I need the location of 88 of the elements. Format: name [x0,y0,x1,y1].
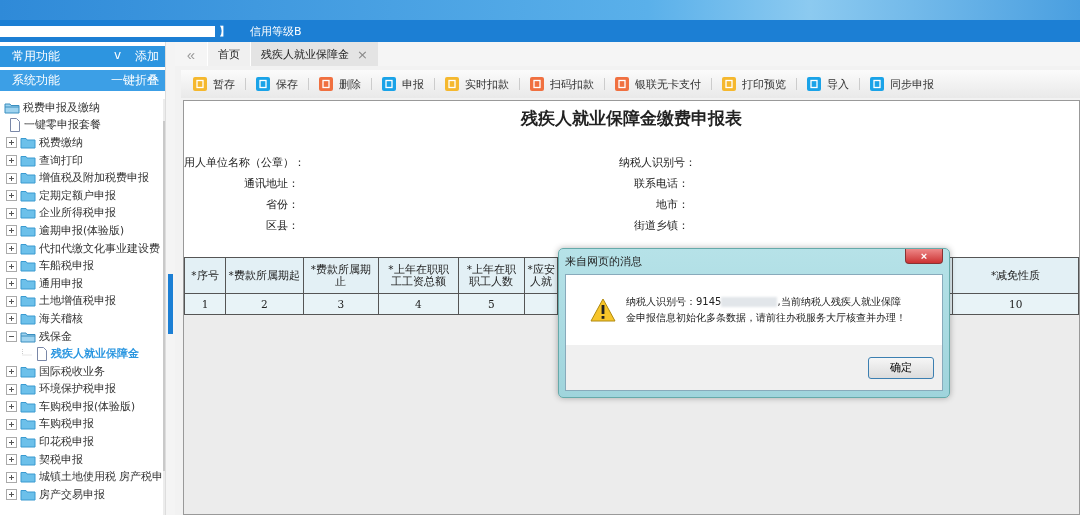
folder-icon [20,453,36,466]
column-header: *上年在职职工工资总额 [378,257,459,294]
toolbar-button[interactable]: 保存 [252,76,302,92]
tree-item[interactable]: 一键零申报套餐 [24,118,101,133]
folder-icon [20,154,36,167]
folder-icon [20,277,36,290]
field-label: 通讯地址： [243,177,299,191]
folder-icon [20,260,36,273]
column-header: *费款所属期起 [225,257,303,294]
tree-item[interactable]: 房产交易申报 [39,487,105,502]
field-label: 街道乡镇： [633,219,689,233]
column-header: *费款所属期止 [303,257,379,294]
message-text: 纳税人识别号：9145 [626,296,722,307]
tree-item[interactable]: 通用申报 [39,276,83,291]
tree-item[interactable]: 海关稽核 [39,311,83,326]
tree-item[interactable]: 城镇土地使用税 房产税申 [39,470,164,485]
folder-icon [20,418,36,431]
toolbar-button[interactable]: 删除 [315,76,365,92]
tab-label[interactable]: 首页 [218,46,240,62]
dialog-title: 来自网页的消息 [565,255,642,269]
folder-icon [20,137,36,149]
folder-icon [20,400,36,413]
form-title: 残疾人就业保障金缴费申报表 [519,107,743,130]
tree-item[interactable]: 残保金 [39,329,72,344]
toolbar-button[interactable]: 同步申报 [866,76,938,92]
section-title: 系统功能 [12,72,60,89]
folder-icon [20,224,36,237]
document-icon [9,118,21,133]
toolbar-button[interactable]: 银联无卡支付 [611,76,705,92]
tree-item[interactable]: 税费申报及缴纳 [23,100,100,115]
credit-rating: 信用等级B [250,23,302,39]
toolbar-button[interactable]: 扫码扣款 [526,76,598,92]
folder-icon [20,207,36,220]
ok-button[interactable]: 确定 [868,356,934,379]
tab[interactable]: 残疾人就业保障金 × [250,42,378,66]
toolbar-button[interactable]: 导入 [803,76,853,92]
tree-item[interactable]: 税费缴纳 [39,136,83,150]
tree-item[interactable]: 查询打印 [39,153,83,168]
folder-icon [20,312,36,325]
folder-icon [20,488,36,501]
tree-item[interactable]: 契税申报 [39,452,83,467]
folder-icon [20,242,36,255]
folder-icon [20,365,36,378]
field-label: 地市： [655,198,689,212]
field-label: 纳税人识别号： [619,156,689,170]
field-label: 区县： [265,219,299,233]
tree-item[interactable]: 环境保护税申报 [39,382,116,397]
toolbar-button[interactable]: 打印预览 [718,76,790,92]
toolbar-button[interactable]: 暂存 [189,76,239,92]
folder-icon [20,189,36,202]
splitter-handle[interactable] [168,273,173,334]
tree-item[interactable]: 国际税收业务 [39,364,105,379]
tree-item[interactable]: 土地增值税申报 [39,294,116,309]
folder-icon [20,471,36,484]
section-title: 常用功能 [12,48,60,65]
tree-item[interactable]: 代扣代缴文化事业建设费 [39,241,160,256]
tree-item[interactable]: 车购税申报 [39,417,94,432]
tree-item[interactable]: 定期定额户申报 [39,188,116,203]
folder-icon [20,436,36,449]
column-header: *上年在职职工人数 [458,257,525,294]
folder-icon [20,295,36,308]
column-header: *序号 [184,257,226,294]
column-header: *应安人就 [524,257,558,294]
toolbar-button[interactable]: 申报 [378,76,428,92]
tree-item[interactable]: 企业所得税申报 [39,206,116,221]
warning-icon [590,298,616,322]
message-text: 金申报信息初始化多条数据，请前往办税服务大厅核查并办理！ [626,311,906,325]
folder-icon [20,172,36,185]
tab[interactable]: 首页 [207,42,250,66]
bracket-text: 】 [219,23,230,39]
tree-item[interactable]: 车船税申报 [39,259,94,274]
tree-item[interactable]: 逾期申报(体验版) [39,223,125,238]
field-label: 省份： [265,198,299,212]
column-header: *减免性质 [952,257,1079,294]
tree-item[interactable]: 车购税申报(体验版) [39,399,136,414]
table-cell: 1 [184,293,226,315]
open-folder-icon [20,330,36,343]
tab-label[interactable]: 残疾人就业保障金 [261,46,349,62]
field-label: 联系电话： [633,177,689,191]
tree-item[interactable]: 印花税申报 [39,435,94,450]
folder-icon [20,383,36,396]
tree-item[interactable]: 增值税及附加税费申报 [39,171,149,186]
close-button[interactable]: × [905,249,943,264]
toolbar-button[interactable]: 实时扣款 [441,76,513,92]
redaction-blur [721,297,778,307]
field-label: 用人单位名称（公章）： [184,156,299,170]
document-icon [36,347,48,362]
message-text: ,当前纳税人残疾人就业保障 [777,296,901,307]
